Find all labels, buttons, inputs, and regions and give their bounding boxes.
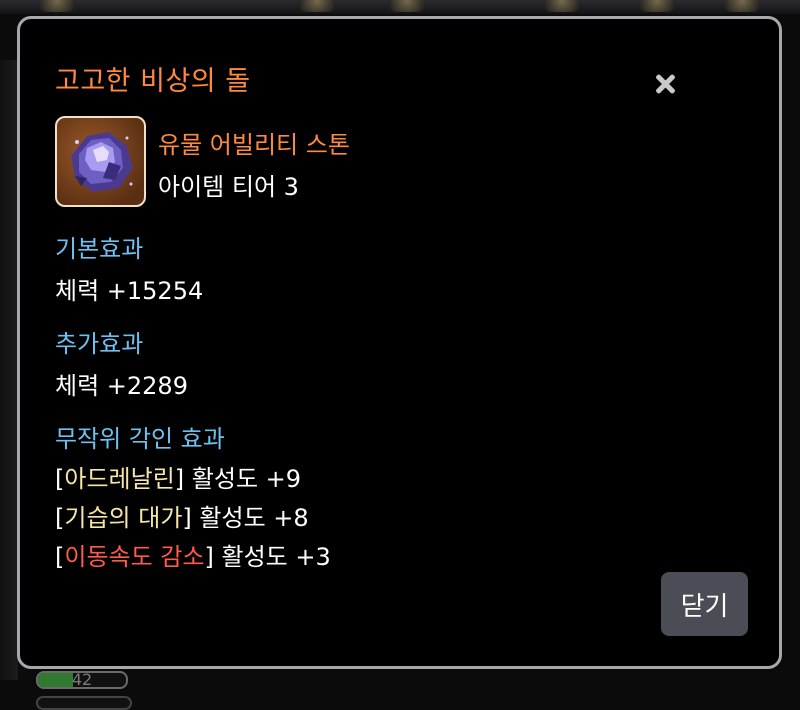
background-skill-icon (725, 0, 759, 12)
engraving-name-penalty: 이동속도 감소 (64, 543, 205, 571)
background-gauge-value: 42 (71, 671, 93, 689)
bonus-effect-label: 추가효과 (55, 330, 144, 358)
crystal-stone-icon-graphic (71, 132, 133, 192)
background-gauge: 42 (36, 671, 128, 689)
background-skill-icon (545, 0, 579, 12)
item-detail-modal: 고고한 비상의 돌 유물 어빌리티 스톤 아이템 티어 3 기본효과 체력 +1… (17, 16, 782, 669)
bonus-effect-stat: 체력 +2289 (55, 372, 188, 400)
engraving-section-label: 무작위 각인 효과 (55, 425, 225, 453)
engraving-name: 기습의 대가 (64, 504, 183, 532)
background-gauge-secondary (36, 696, 132, 710)
engraving-name: 아드레날린 (64, 465, 175, 493)
base-effect-stat: 체력 +15254 (55, 277, 204, 305)
base-effect-label: 기본효과 (55, 235, 144, 263)
background-skill-icon (300, 0, 334, 12)
background-skill-icon (40, 0, 74, 12)
engraving-line: [아드레날린] 활성도 +9 (55, 465, 302, 493)
background-skill-icon (640, 0, 674, 12)
engraving-value: 활성도 +8 (199, 504, 309, 532)
crystal-stone-icon (55, 116, 146, 207)
engraving-value: 활성도 +3 (221, 543, 331, 571)
background-skill-icon (390, 0, 424, 12)
item-grade-type: 유물 어빌리티 스톤 (158, 131, 350, 159)
close-button[interactable]: 닫기 (661, 572, 748, 636)
engraving-line: [기습의 대가] 활성도 +8 (55, 504, 309, 532)
item-tier: 아이템 티어 3 (158, 173, 299, 201)
background-side-panel (0, 60, 18, 680)
engraving-value: 활성도 +9 (191, 465, 302, 493)
close-icon[interactable] (651, 71, 679, 99)
modal-title: 고고한 비상의 돌 (55, 66, 251, 97)
engraving-line: [이동속도 감소] 활성도 +3 (55, 543, 331, 571)
